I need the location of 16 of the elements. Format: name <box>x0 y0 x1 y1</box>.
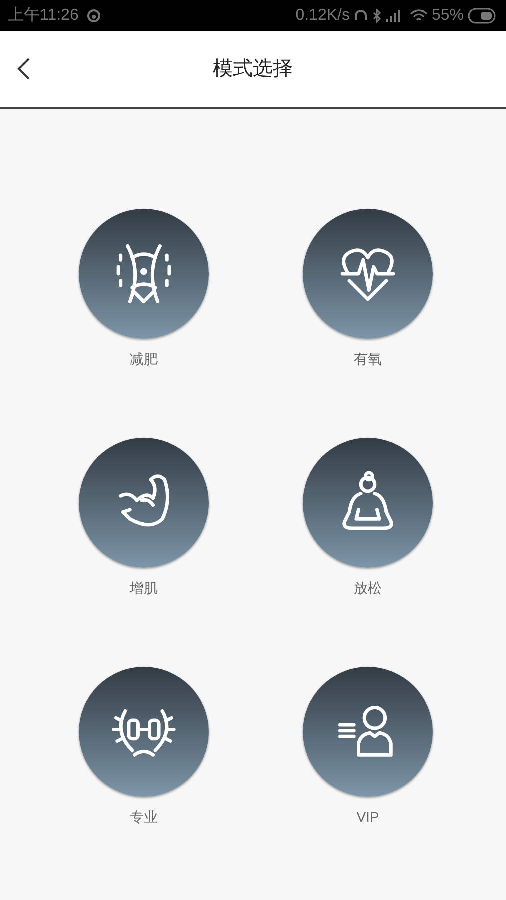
mode-label: 减肥 <box>130 350 158 369</box>
status-time: 上午11:26 <box>8 6 79 26</box>
mode-label: 增肌 <box>130 579 158 598</box>
mode-label: VIP <box>356 808 380 827</box>
page-title: 模式选择 <box>213 57 293 82</box>
battery-percent: 55% <box>432 6 464 26</box>
network-speed: 0.12K/s <box>296 6 350 26</box>
battery-icon <box>468 8 498 24</box>
wifi-icon <box>410 8 428 22</box>
mode-label: 放松 <box>354 579 382 598</box>
signal-icon <box>386 10 402 22</box>
bluetooth-icon <box>372 8 382 22</box>
headphones-icon <box>354 8 368 22</box>
mode-label: 有氧 <box>354 350 382 369</box>
back-chevron-icon <box>16 57 32 81</box>
mode-label: 专业 <box>130 808 158 827</box>
